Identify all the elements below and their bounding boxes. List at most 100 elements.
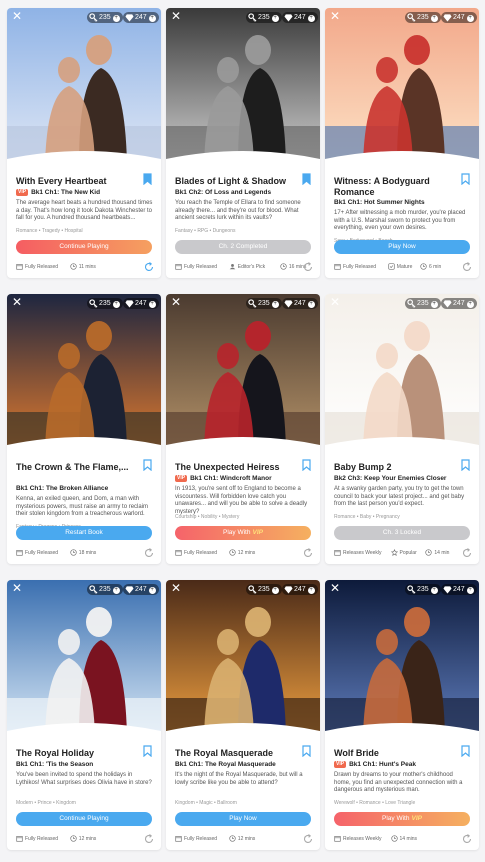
- add-keys-icon[interactable]: +: [271, 587, 279, 594]
- bookmark-icon[interactable]: [302, 173, 311, 185]
- refresh-icon[interactable]: [144, 262, 154, 272]
- story-card[interactable]: ✕ 235 +247 + The Royal Masquerade Bk1 Ch1: Th…: [166, 580, 320, 850]
- gems-counter[interactable]: 247 +: [441, 298, 477, 309]
- keys-counter[interactable]: 235 +: [87, 12, 123, 23]
- refresh-icon[interactable]: [303, 548, 313, 558]
- bookmark-icon[interactable]: [461, 745, 470, 757]
- add-gems-icon[interactable]: +: [307, 587, 315, 594]
- story-cover-image[interactable]: [166, 8, 320, 164]
- close-icon[interactable]: ✕: [171, 296, 182, 308]
- bookmark-icon[interactable]: [143, 173, 152, 185]
- story-cover-image[interactable]: [325, 8, 479, 164]
- keys-counter[interactable]: 235 +: [87, 584, 123, 595]
- close-icon[interactable]: ✕: [330, 582, 341, 594]
- close-icon[interactable]: ✕: [330, 296, 341, 308]
- play-button[interactable]: Play With VIP: [175, 526, 311, 540]
- refresh-icon[interactable]: [462, 262, 472, 272]
- close-icon[interactable]: ✕: [171, 582, 182, 594]
- bookmark-icon[interactable]: [461, 173, 470, 185]
- story-card[interactable]: ✕ 235 +247 + With Every Heartbeat VIP Bk1 Ch1:…: [7, 8, 161, 278]
- add-gems-icon[interactable]: +: [307, 301, 315, 308]
- story-cover-image[interactable]: [166, 294, 320, 450]
- play-button-label: Play Now: [229, 815, 257, 822]
- keys-counter[interactable]: 235 +: [405, 12, 441, 23]
- keys-counter[interactable]: 235 +: [246, 584, 282, 595]
- story-card[interactable]: ✕ 235 +247 + Blades of Light & Shadow Bk1 Ch2…: [166, 8, 320, 278]
- add-gems-icon[interactable]: +: [148, 15, 156, 22]
- add-keys-icon[interactable]: +: [112, 301, 120, 308]
- close-icon[interactable]: ✕: [12, 582, 23, 594]
- close-icon[interactable]: ✕: [330, 10, 341, 22]
- story-card[interactable]: ✕ 235 +247 + Wolf Bride VIP Bk1 Ch1: Hunt's Pe…: [325, 580, 479, 850]
- footer-item: Releases Weekly: [334, 835, 382, 843]
- keys-counter[interactable]: 235 +: [246, 298, 282, 309]
- keys-counter[interactable]: 235 +: [87, 298, 123, 309]
- play-button[interactable]: Play Now: [334, 240, 470, 254]
- refresh-icon[interactable]: [303, 262, 313, 272]
- play-button[interactable]: Play With VIP: [334, 812, 470, 826]
- refresh-icon[interactable]: [303, 834, 313, 844]
- gems-counter[interactable]: 247 +: [123, 584, 159, 595]
- add-keys-icon[interactable]: +: [271, 15, 279, 22]
- story-cover-image[interactable]: [7, 580, 161, 736]
- close-icon[interactable]: ✕: [12, 296, 23, 308]
- story-card[interactable]: ✕ 235 +247 + Witness: A Bodyguard Romance Bk1…: [325, 8, 479, 278]
- gems-counter[interactable]: 247 +: [441, 584, 477, 595]
- story-cover-image[interactable]: [7, 8, 161, 164]
- play-button[interactable]: Ch. 2 Completed: [175, 240, 311, 254]
- play-button[interactable]: Ch. 3 Locked: [334, 526, 470, 540]
- card-footer: Fully Released 12 mins: [175, 834, 313, 844]
- story-cover-image[interactable]: [7, 294, 161, 450]
- story-tags: Modern • Prince • Kingdom: [16, 800, 76, 806]
- play-button[interactable]: Continue Playing: [16, 812, 152, 826]
- add-gems-icon[interactable]: +: [148, 587, 156, 594]
- chapter-name: Bk1 Ch1: The Royal Masquerade: [175, 761, 276, 768]
- keys-count: 235: [258, 586, 270, 593]
- add-keys-icon[interactable]: +: [271, 301, 279, 308]
- story-card[interactable]: ✕ 235 +247 + The Royal Holiday Bk1 Ch1: 'Tis …: [7, 580, 161, 850]
- gems-counter[interactable]: 247 +: [123, 298, 159, 309]
- play-button[interactable]: Play Now: [175, 812, 311, 826]
- gem-icon: [443, 14, 452, 22]
- add-gems-icon[interactable]: +: [148, 301, 156, 308]
- add-gems-icon[interactable]: +: [466, 587, 474, 594]
- add-gems-icon[interactable]: +: [466, 301, 474, 308]
- play-button[interactable]: Restart Book: [16, 526, 152, 540]
- refresh-icon[interactable]: [462, 834, 472, 844]
- refresh-icon[interactable]: [462, 548, 472, 558]
- play-button[interactable]: Continue Playing: [16, 240, 152, 254]
- refresh-icon[interactable]: [144, 548, 154, 558]
- gems-counter[interactable]: 247 +: [123, 12, 159, 23]
- story-cover-image[interactable]: [325, 580, 479, 736]
- add-gems-icon[interactable]: +: [307, 15, 315, 22]
- close-icon[interactable]: ✕: [171, 10, 182, 22]
- bookmark-icon[interactable]: [143, 745, 152, 757]
- bookmark-icon[interactable]: [302, 459, 311, 471]
- keys-counter[interactable]: 235 +: [405, 584, 441, 595]
- gems-counter[interactable]: 247 +: [282, 298, 318, 309]
- refresh-icon[interactable]: [144, 834, 154, 844]
- keys-counter[interactable]: 235 +: [405, 298, 441, 309]
- story-card[interactable]: ✕ 235 +247 + The Crown & The Flame,... Bk1 Ch…: [7, 294, 161, 564]
- gems-counter[interactable]: 247 +: [441, 12, 477, 23]
- story-card[interactable]: ✕ 235 +247 + Baby Bump 2 Bk2 Ch3: Keep Your E…: [325, 294, 479, 564]
- story-card[interactable]: ✕ 235 +247 + The Unexpected Heiress VIP Bk1 Ch…: [166, 294, 320, 564]
- clock-icon: [70, 549, 77, 556]
- story-cover-image[interactable]: [166, 580, 320, 736]
- add-gems-icon[interactable]: +: [466, 15, 474, 22]
- bookmark-icon[interactable]: [461, 459, 470, 471]
- add-keys-icon[interactable]: +: [112, 587, 120, 594]
- gems-counter[interactable]: 247 +: [282, 584, 318, 595]
- add-keys-icon[interactable]: +: [430, 587, 438, 594]
- keys-count: 235: [258, 14, 270, 21]
- add-keys-icon[interactable]: +: [112, 15, 120, 22]
- add-keys-icon[interactable]: +: [430, 301, 438, 308]
- chapter-label: Bk1 Ch1: The Royal Masquerade: [175, 760, 276, 769]
- close-icon[interactable]: ✕: [12, 10, 23, 22]
- story-cover-image[interactable]: [325, 294, 479, 450]
- add-keys-icon[interactable]: +: [430, 15, 438, 22]
- bookmark-icon[interactable]: [302, 745, 311, 757]
- gems-counter[interactable]: 247 +: [282, 12, 318, 23]
- bookmark-icon[interactable]: [143, 459, 152, 471]
- keys-counter[interactable]: 235 +: [246, 12, 282, 23]
